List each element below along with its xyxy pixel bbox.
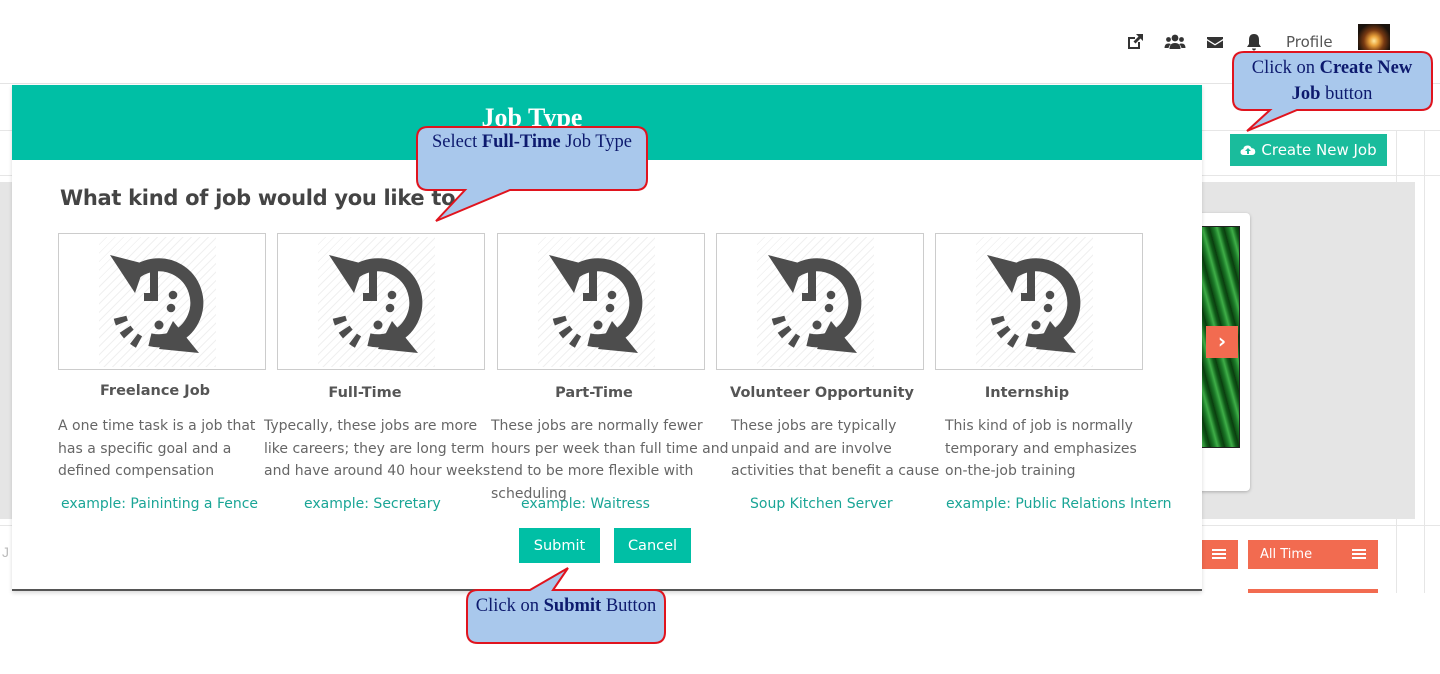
job-example: example: Waitress xyxy=(521,496,650,512)
create-new-job-button[interactable]: Create New Job xyxy=(1230,134,1387,166)
cancel-button[interactable]: Cancel xyxy=(614,528,691,563)
bell-icon[interactable] xyxy=(1245,32,1263,52)
job-description: A one time task is a job that has a spec… xyxy=(58,418,256,479)
job-name: Freelance Job xyxy=(99,383,211,399)
carousel-next-button[interactable]: › xyxy=(1206,326,1238,358)
list-icon xyxy=(1212,549,1226,560)
job-description: This kind of job is normally temporary a… xyxy=(945,418,1137,479)
users-icon[interactable] xyxy=(1164,32,1186,52)
job-description: These jobs are normally fewer hours per … xyxy=(491,418,729,502)
job-name: Volunteer Opportunity xyxy=(730,385,914,401)
job-description: These jobs are typically unpaid and are … xyxy=(731,418,940,479)
clock-refresh-icon xyxy=(976,237,1093,367)
list-icon xyxy=(1352,549,1366,560)
job-type-modal: Job Type What kind of job would you like… xyxy=(12,85,1202,591)
job-example: example: Public Relations Intern xyxy=(946,496,1172,512)
modal-title: Job Type xyxy=(481,103,583,132)
job-description: Typecally, these jobs are more like care… xyxy=(264,418,495,479)
bg-cut-text: J xyxy=(2,544,9,560)
job-card-part-time[interactable] xyxy=(497,233,705,370)
external-link-icon[interactable] xyxy=(1125,32,1145,52)
time-filter-button[interactable]: All Time xyxy=(1248,540,1378,569)
envelope-icon[interactable] xyxy=(1206,32,1224,52)
job-example: example: Secretary xyxy=(304,496,441,512)
filter-strip xyxy=(1248,589,1378,593)
cloud-upload-icon xyxy=(1240,145,1256,155)
clock-refresh-icon xyxy=(538,237,655,367)
job-card-full-time[interactable] xyxy=(277,233,485,370)
time-filter-label: All Time xyxy=(1260,547,1313,562)
create-new-job-label: Create New Job xyxy=(1261,141,1377,159)
submit-button[interactable]: Submit xyxy=(519,528,600,563)
job-card-freelance[interactable] xyxy=(58,233,266,370)
job-name: Internship xyxy=(984,385,1070,401)
filter-button[interactable] xyxy=(1196,540,1238,569)
clock-refresh-icon xyxy=(99,237,216,367)
job-name: Full-Time xyxy=(328,385,402,401)
avatar[interactable] xyxy=(1358,24,1390,50)
job-card-internship[interactable] xyxy=(935,233,1143,370)
modal-question: What kind of job would you like to xyxy=(60,186,456,210)
modal-header: Job Type xyxy=(12,85,1202,160)
clock-refresh-icon xyxy=(318,237,435,367)
top-navbar: Profile xyxy=(0,0,1440,84)
bg-divider xyxy=(1424,130,1425,593)
profile-link[interactable]: Profile xyxy=(1286,33,1333,51)
job-card-volunteer[interactable] xyxy=(716,233,924,370)
job-example: example: Paininting a Fence xyxy=(61,496,259,512)
job-name: Part-Time xyxy=(555,385,633,401)
page: Profile › Create New Job All Time J Job … xyxy=(0,0,1440,674)
clock-refresh-icon xyxy=(757,237,874,367)
job-example: Soup Kitchen Server xyxy=(750,496,893,512)
